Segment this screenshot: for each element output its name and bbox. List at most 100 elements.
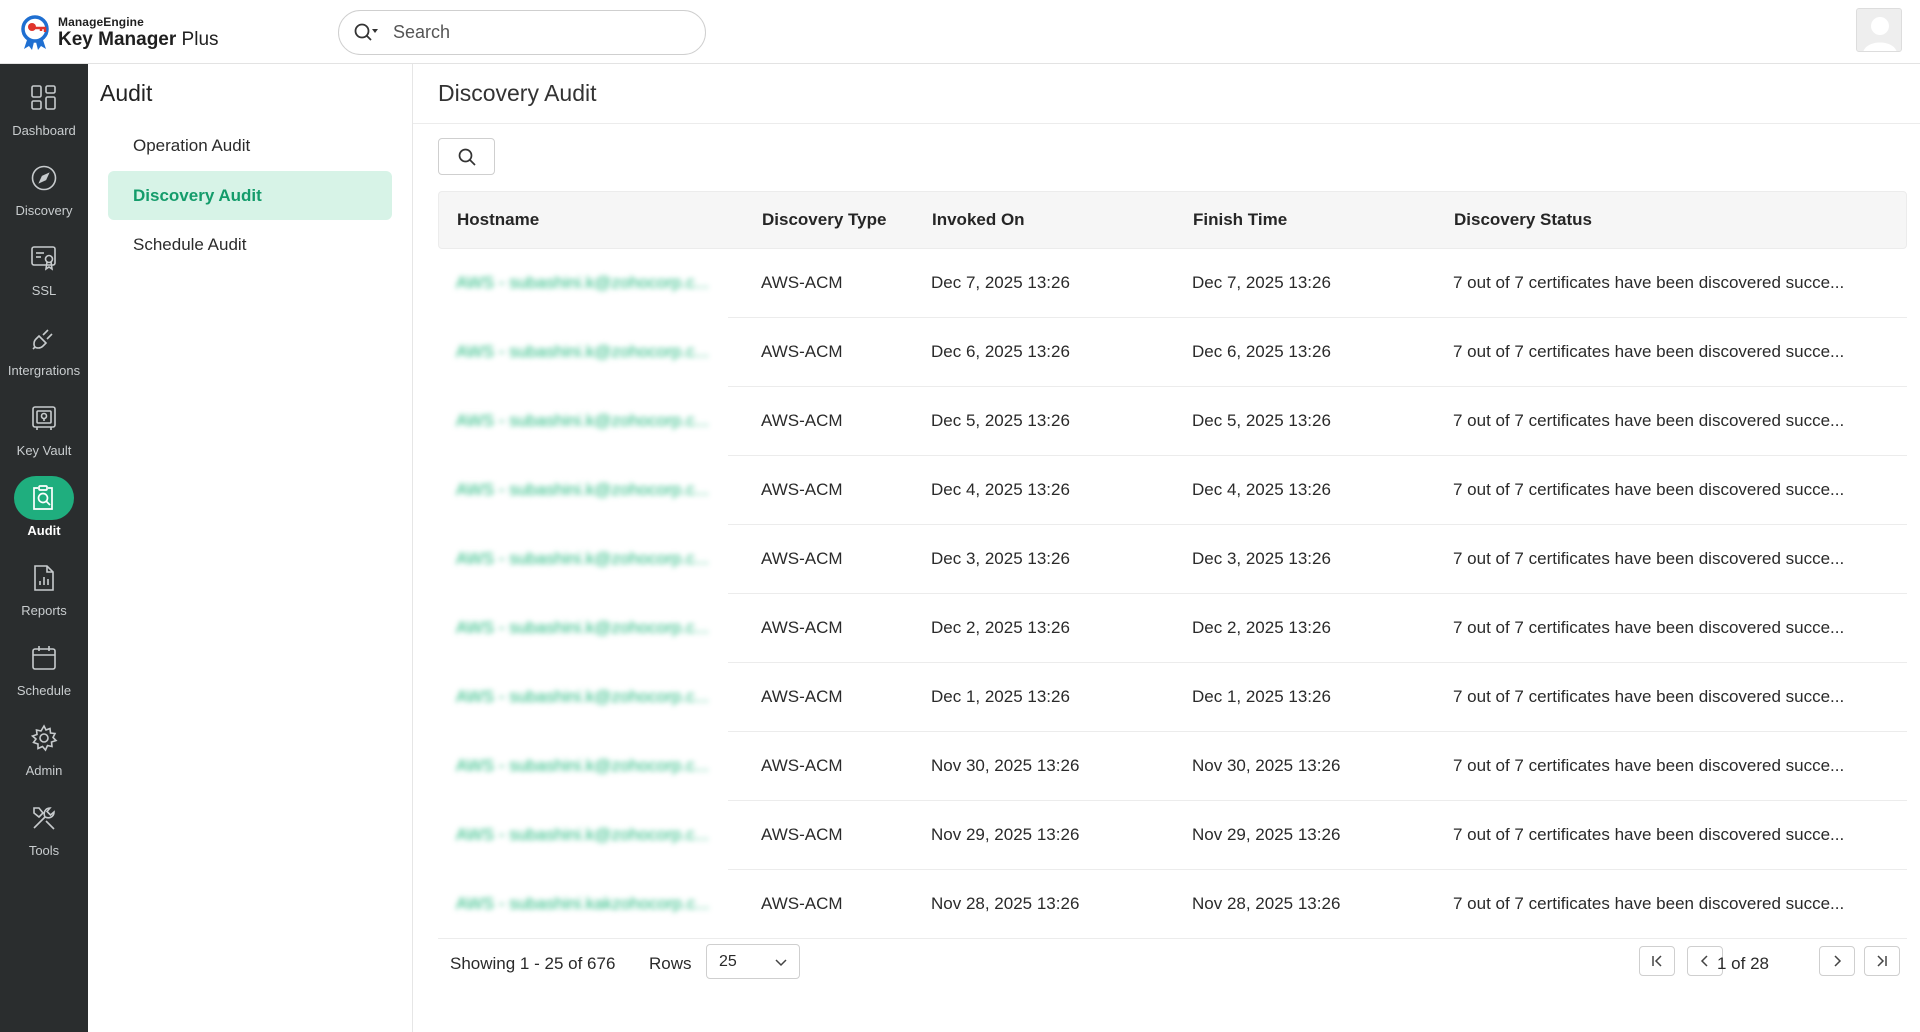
page-title: Discovery Audit — [438, 80, 597, 106]
table-row[interactable]: AWS - subashini.k@zohocorp.c... AWS-ACM … — [438, 663, 1907, 732]
finish-time: Dec 3, 2025 13:26 — [1192, 549, 1331, 568]
top-bar: ManageEngine Key Manager Plus — [0, 0, 1920, 64]
rows-label: Rows — [649, 954, 692, 973]
search-input[interactable] — [393, 22, 693, 43]
finish-time: Nov 28, 2025 13:26 — [1192, 894, 1341, 913]
divider — [413, 123, 1920, 124]
column-header-discovery-status[interactable]: Discovery Status — [1454, 210, 1894, 230]
discovery-type: AWS-ACM — [761, 549, 843, 568]
hostname-link[interactable]: AWS - subashini.k@zohocorp.c... — [456, 273, 726, 293]
column-header-discovery-type[interactable]: Discovery Type — [762, 210, 932, 230]
hostname-link[interactable]: AWS - subashini.k@zohocorp.c... — [456, 756, 726, 776]
nav-ssl[interactable]: SSL — [0, 236, 88, 308]
table-row[interactable]: AWS - subashini.k@zohocorp.c... AWS-ACM … — [438, 594, 1907, 663]
table-search-button[interactable] — [438, 138, 495, 175]
table-row[interactable]: AWS - subashini.k@zohocorp.c... AWS-ACM … — [438, 732, 1907, 801]
hostname-link[interactable]: AWS - subashini.k@zohocorp.c... — [456, 687, 726, 707]
table-footer: Showing 1 - 25 of 676 Rows 25 1 of 28 — [438, 940, 1907, 990]
column-header-hostname[interactable]: Hostname — [457, 210, 727, 230]
dashboard-icon — [14, 76, 74, 120]
subnav-item-schedule-audit[interactable]: Schedule Audit — [108, 220, 392, 269]
table-row[interactable]: AWS - subashini.kakzohocorp.c... AWS-ACM… — [438, 870, 1907, 939]
key-manager-logo-icon — [21, 15, 49, 50]
subnav-item-discovery-audit[interactable]: Discovery Audit — [108, 171, 392, 220]
nav-key-vault[interactable]: Key Vault — [0, 396, 88, 468]
invoked-on: Dec 3, 2025 13:26 — [931, 549, 1070, 568]
page-indicator: 1 of 28 — [1717, 954, 1769, 973]
gear-icon — [14, 716, 74, 760]
table-row[interactable]: AWS - subashini.k@zohocorp.c... AWS-ACM … — [438, 249, 1907, 318]
last-page-button[interactable] — [1864, 946, 1900, 976]
invoked-on: Dec 4, 2025 13:26 — [931, 480, 1070, 499]
table-row[interactable]: AWS - subashini.k@zohocorp.c... AWS-ACM … — [438, 456, 1907, 525]
discovery-status: 7 out of 7 certificates have been discov… — [1453, 756, 1845, 775]
last-page-icon — [1877, 955, 1887, 967]
invoked-on: Nov 29, 2025 13:26 — [931, 825, 1080, 844]
hostname-link[interactable]: AWS - subashini.k@zohocorp.c... — [456, 825, 726, 845]
invoked-on: Dec 7, 2025 13:26 — [931, 273, 1070, 292]
invoked-on: Nov 28, 2025 13:26 — [931, 894, 1080, 913]
hostname-link[interactable]: AWS - subashini.k@zohocorp.c... — [456, 480, 726, 500]
discovery-status: 7 out of 7 certificates have been discov… — [1453, 480, 1845, 499]
first-page-button[interactable] — [1639, 946, 1675, 976]
table-header: Hostname Discovery Type Invoked On Finis… — [438, 191, 1907, 249]
table-row[interactable]: AWS - subashini.k@zohocorp.c... AWS-ACM … — [438, 801, 1907, 870]
hostname-link[interactable]: AWS - subashini.k@zohocorp.c... — [456, 342, 726, 362]
nav-label: Admin — [25, 763, 63, 778]
discovery-audit-table: Hostname Discovery Type Invoked On Finis… — [438, 191, 1907, 939]
audit-subnav: Audit Operation Audit Discovery Audit Sc… — [88, 64, 413, 1032]
rows-per-page-value: 25 — [719, 952, 737, 970]
main-nav-rail: Dashboard Discovery SSL Intergrations Ke… — [0, 64, 88, 1032]
nav-schedule[interactable]: Schedule — [0, 636, 88, 708]
column-header-invoked-on[interactable]: Invoked On — [932, 210, 1172, 230]
table-row[interactable]: AWS - subashini.k@zohocorp.c... AWS-ACM … — [438, 525, 1907, 594]
chevron-down-icon — [775, 959, 787, 967]
finish-time: Dec 2, 2025 13:26 — [1192, 618, 1331, 637]
rows-per-page-select[interactable]: 25 — [706, 944, 800, 979]
table-row[interactable]: AWS - subashini.k@zohocorp.c... AWS-ACM … — [438, 387, 1907, 456]
nav-label: Discovery — [15, 203, 73, 218]
finish-time: Dec 1, 2025 13:26 — [1192, 687, 1331, 706]
invoked-on: Nov 30, 2025 13:26 — [931, 756, 1080, 775]
finish-time: Dec 6, 2025 13:26 — [1192, 342, 1331, 361]
user-avatar[interactable] — [1856, 8, 1902, 52]
finish-time: Nov 30, 2025 13:26 — [1192, 756, 1341, 775]
nav-admin[interactable]: Admin — [0, 716, 88, 788]
discovery-status: 7 out of 7 certificates have been discov… — [1453, 549, 1845, 568]
plug-icon — [14, 316, 74, 360]
nav-label: Key Vault — [16, 443, 72, 458]
discovery-status: 7 out of 7 certificates have been discov… — [1453, 342, 1845, 361]
discovery-type: AWS-ACM — [761, 618, 843, 637]
nav-dashboard[interactable]: Dashboard — [0, 76, 88, 148]
brand-name: ManageEngine — [58, 14, 144, 29]
product-name: Key Manager Plus — [58, 28, 219, 50]
next-page-button[interactable] — [1819, 946, 1855, 976]
discovery-type: AWS-ACM — [761, 273, 843, 292]
table-row[interactable]: AWS - subashini.k@zohocorp.c... AWS-ACM … — [438, 318, 1907, 387]
subnav-item-operation-audit[interactable]: Operation Audit — [108, 121, 392, 170]
hostname-link[interactable]: AWS - subashini.k@zohocorp.c... — [456, 618, 726, 638]
nav-tools[interactable]: Tools — [0, 796, 88, 868]
invoked-on: Dec 1, 2025 13:26 — [931, 687, 1070, 706]
invoked-on: Dec 2, 2025 13:26 — [931, 618, 1070, 637]
discovery-status: 7 out of 7 certificates have been discov… — [1453, 411, 1845, 430]
search-dropdown-icon[interactable] — [353, 22, 381, 44]
hostname-link[interactable]: AWS - subashini.kakzohocorp.c... — [456, 894, 726, 914]
nav-audit[interactable]: Audit — [0, 476, 88, 548]
invoked-on: Dec 6, 2025 13:26 — [931, 342, 1070, 361]
nav-label: SSL — [31, 283, 57, 298]
hostname-link[interactable]: AWS - subashini.k@zohocorp.c... — [456, 549, 726, 569]
first-page-icon — [1652, 955, 1662, 967]
subnav-title: Audit — [100, 80, 153, 106]
nav-reports[interactable]: Reports — [0, 556, 88, 628]
nav-discovery[interactable]: Discovery — [0, 156, 88, 228]
invoked-on: Dec 5, 2025 13:26 — [931, 411, 1070, 430]
discovery-type: AWS-ACM — [761, 687, 843, 706]
app-logo[interactable]: ManageEngine Key Manager Plus — [18, 13, 219, 51]
discovery-status: 7 out of 7 certificates have been discov… — [1453, 273, 1845, 292]
nav-integrations[interactable]: Intergrations — [0, 316, 88, 388]
global-search[interactable] — [338, 10, 706, 55]
column-header-finish-time[interactable]: Finish Time — [1193, 210, 1433, 230]
hostname-link[interactable]: AWS - subashini.k@zohocorp.c... — [456, 411, 726, 431]
chevron-left-icon — [1700, 955, 1708, 967]
